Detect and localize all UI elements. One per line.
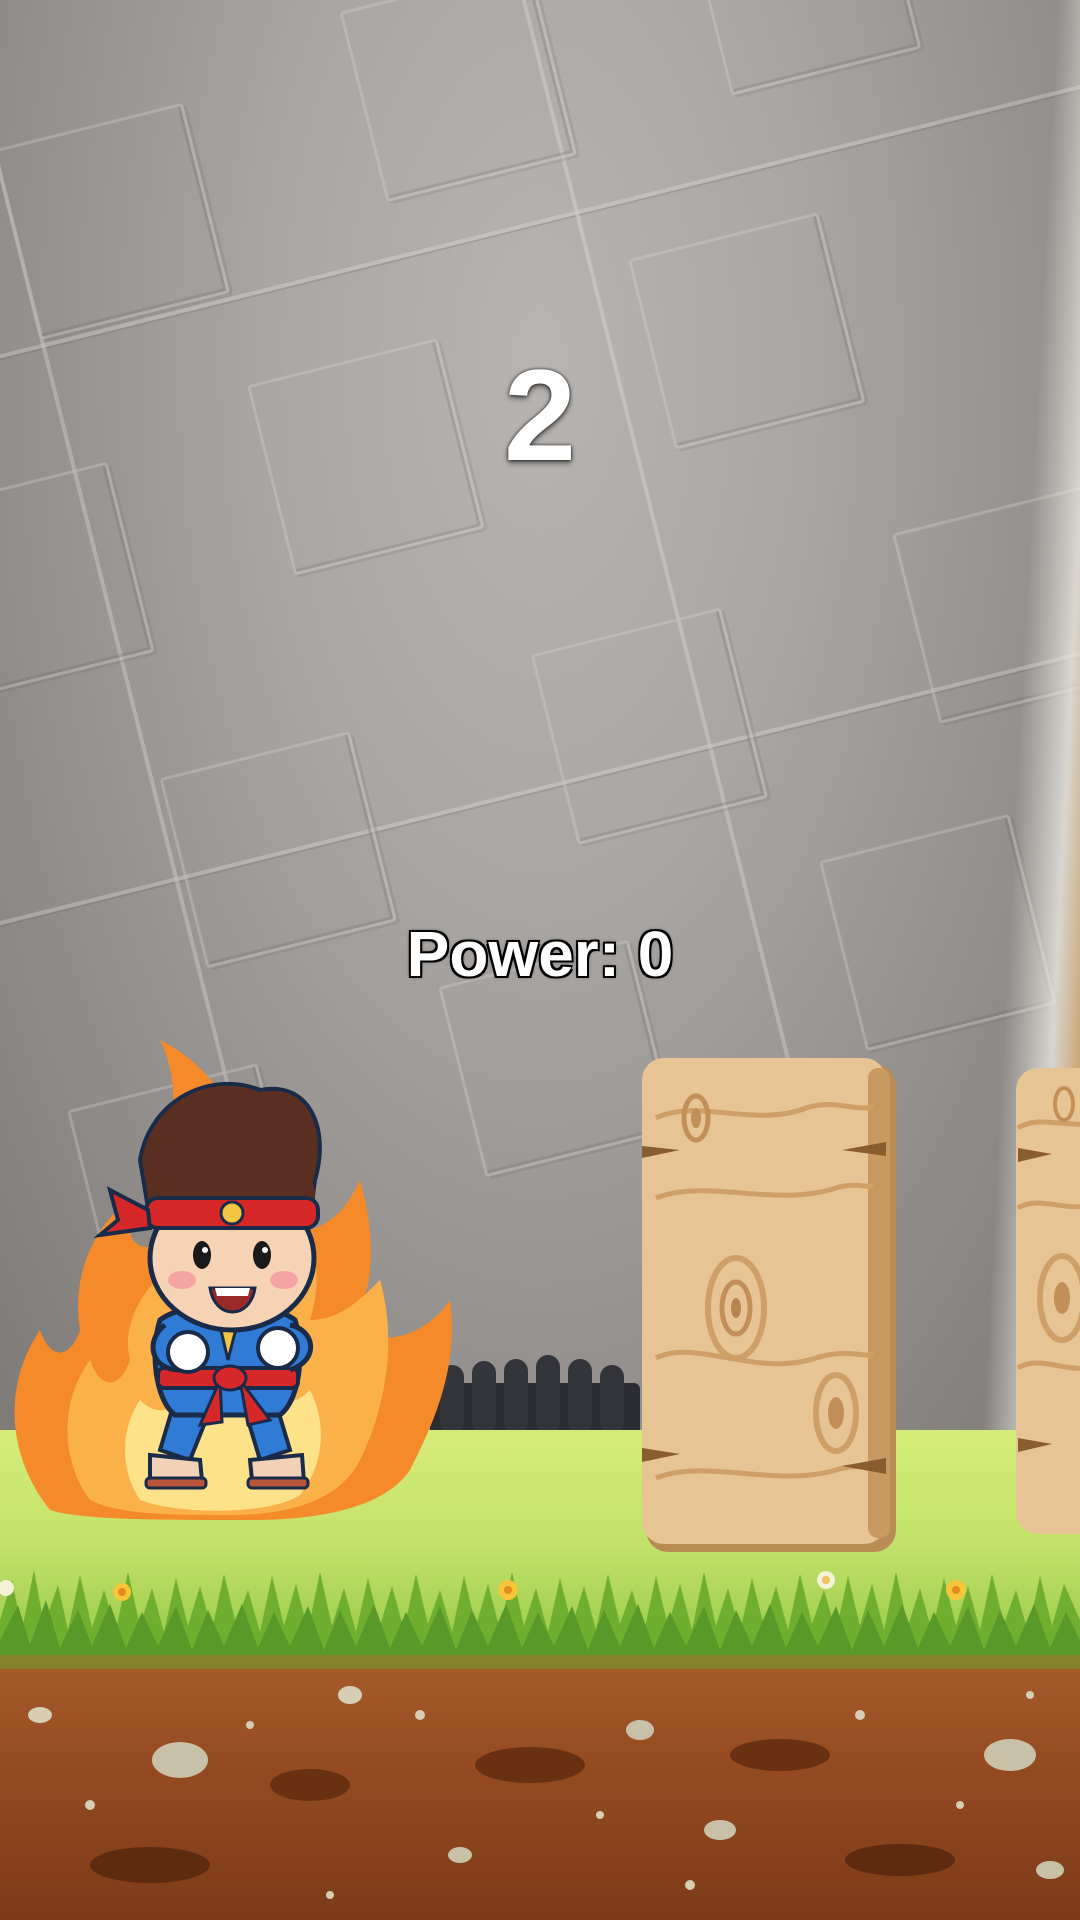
game-scene[interactable]: 2 Power: 0 [0,0,1080,1920]
soil-details [0,1655,1080,1899]
bench-object [430,1355,640,1435]
karate-fighter[interactable] [10,1030,460,1520]
wooden-plank[interactable] [1012,1068,1080,1538]
soil-layer [0,1655,1080,1920]
flowers [0,1571,966,1601]
wooden-plank[interactable] [636,1058,906,1558]
power-meter-label: Power: 0 [406,918,674,990]
score-counter: 2 [503,342,577,488]
